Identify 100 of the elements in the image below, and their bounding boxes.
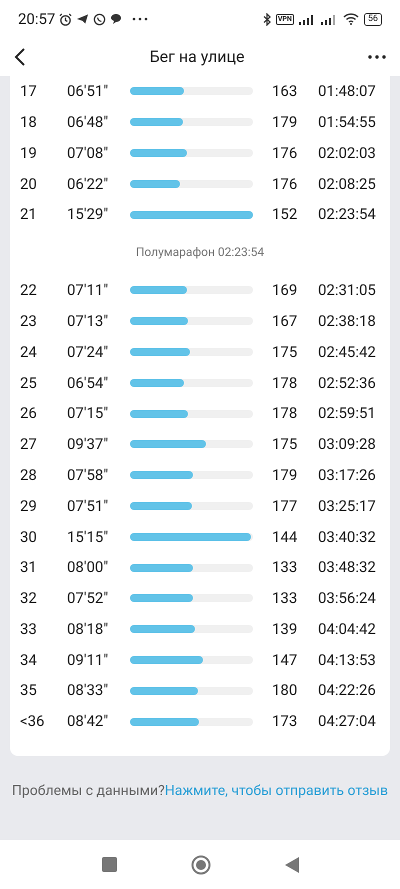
cumulative-time: 04:22:26 bbox=[318, 680, 376, 702]
cumulative-time: 01:54:55 bbox=[318, 112, 376, 133]
lap-pace: 15'29" bbox=[66, 204, 110, 226]
lap-number: 21 bbox=[19, 204, 38, 226]
lap-number: 28 bbox=[19, 464, 38, 486]
signal-icon bbox=[298, 14, 316, 24]
lap-number: 20 bbox=[19, 174, 38, 195]
lap-pace: 07'24" bbox=[66, 342, 110, 363]
heart-rate: 176 bbox=[271, 174, 298, 195]
cumulative-time: 04:13:53 bbox=[318, 650, 376, 671]
clock-time: 20:57 bbox=[18, 8, 56, 30]
lap-pace: 07'11" bbox=[66, 280, 110, 302]
lap-number: 24 bbox=[19, 342, 38, 363]
lap-pace: 06'48" bbox=[66, 112, 110, 133]
cumulative-time: 02:45:42 bbox=[318, 342, 376, 363]
lap-pace: 08'18" bbox=[66, 618, 110, 640]
lap-pace: 06'51" bbox=[66, 81, 110, 102]
heart-rate: 179 bbox=[271, 112, 298, 133]
cumulative-time: 02:02:03 bbox=[318, 142, 376, 164]
cumulative-time: 01:48:07 bbox=[318, 81, 376, 102]
chat-bubble-icon bbox=[110, 13, 122, 25]
wifi-icon bbox=[342, 13, 359, 25]
more-notifications-icon bbox=[132, 17, 148, 21]
lap-number: 32 bbox=[19, 588, 38, 610]
feedback-text: Проблемы с данными?Нажмите, чтобы отправить отзыв bbox=[12, 782, 388, 802]
cumulative-time: 04:27:04 bbox=[318, 711, 376, 732]
heart-rate: 133 bbox=[271, 557, 298, 578]
recent-apps-icon[interactable] bbox=[102, 857, 116, 872]
lap-number: 22 bbox=[19, 280, 38, 302]
heart-rate: 180 bbox=[271, 680, 298, 702]
paper-plane-icon bbox=[76, 13, 90, 25]
heart-rate: 177 bbox=[271, 496, 298, 517]
home-icon[interactable] bbox=[190, 854, 210, 874]
lap-number: 18 bbox=[19, 112, 38, 133]
heart-rate: 163 bbox=[271, 81, 298, 102]
lap-pace: 09'37" bbox=[66, 434, 110, 456]
lap-pace: 09'11" bbox=[66, 650, 110, 671]
cumulative-time: 03:48:32 bbox=[318, 557, 376, 578]
more-icon[interactable] bbox=[368, 55, 386, 59]
heart-rate: 178 bbox=[271, 372, 298, 394]
heart-rate: 169 bbox=[271, 280, 298, 302]
heart-rate: 179 bbox=[271, 464, 298, 486]
lap-pace: 07'08" bbox=[66, 142, 110, 164]
cumulative-time: 02:59:51 bbox=[318, 403, 376, 424]
alarm-clock-icon bbox=[59, 12, 72, 26]
heart-rate: 144 bbox=[271, 526, 298, 548]
heart-rate: 175 bbox=[271, 342, 298, 363]
cumulative-time: 02:31:05 bbox=[318, 280, 376, 302]
lap-pace: 07'15" bbox=[66, 403, 110, 424]
heart-rate: 178 bbox=[271, 403, 298, 424]
cumulative-time: 03:09:28 bbox=[318, 434, 376, 456]
back-icon[interactable] bbox=[14, 47, 26, 67]
cumulative-time: 02:52:36 bbox=[318, 372, 376, 394]
signal-icon bbox=[320, 14, 338, 24]
lap-number: 26 bbox=[19, 403, 38, 424]
cumulative-time: 02:08:25 bbox=[318, 174, 376, 195]
cumulative-time: 03:56:24 bbox=[318, 588, 376, 610]
lap-number: 34 bbox=[19, 650, 38, 671]
heart-rate: 152 bbox=[271, 204, 298, 226]
cumulative-time: 03:40:32 bbox=[318, 526, 376, 548]
heart-rate: 139 bbox=[271, 618, 298, 640]
lap-number: 30 bbox=[19, 526, 38, 548]
lap-pace: 06'22" bbox=[66, 174, 110, 195]
lap-pace: 07'52" bbox=[66, 588, 110, 610]
lap-pace: 08'33" bbox=[66, 680, 110, 702]
cumulative-time: 03:17:26 bbox=[318, 464, 376, 486]
lap-pace: 07'58" bbox=[66, 464, 110, 486]
lap-number: 25 bbox=[19, 372, 38, 394]
lap-number: 17 bbox=[19, 81, 38, 102]
lap-pace: 08'42" bbox=[66, 711, 110, 732]
heart-rate: 133 bbox=[271, 588, 298, 610]
lap-pace: 07'13" bbox=[66, 310, 110, 332]
lap-pace: 07'51" bbox=[66, 496, 110, 517]
lap-number: 31 bbox=[19, 557, 38, 578]
heart-rate: 173 bbox=[271, 711, 298, 732]
lap-number: 35 bbox=[19, 680, 38, 702]
lap-pace: 15'15" bbox=[66, 526, 110, 548]
bluetooth-icon bbox=[262, 12, 271, 26]
page-title: Бег на улице bbox=[150, 46, 244, 68]
cumulative-time: 04:04:42 bbox=[318, 618, 376, 640]
phone-bubble-icon bbox=[93, 12, 106, 26]
lap-number: 23 bbox=[19, 310, 38, 332]
back-nav-icon[interactable] bbox=[284, 856, 298, 872]
milestone-label: Полумарафон 02:23:54 bbox=[136, 244, 264, 262]
lap-number: 27 bbox=[19, 434, 38, 456]
battery-indicator: 56 bbox=[364, 12, 382, 26]
cumulative-time: 03:25:17 bbox=[318, 496, 376, 517]
heart-rate: 175 bbox=[271, 434, 298, 456]
lap-pace: 08'00" bbox=[66, 557, 110, 578]
lap-number: <36 bbox=[19, 711, 46, 732]
lap-pace: 06'54" bbox=[66, 372, 110, 394]
cumulative-time: 02:38:18 bbox=[318, 310, 376, 332]
heart-rate: 176 bbox=[271, 142, 298, 164]
lap-number: 19 bbox=[19, 142, 38, 164]
lap-number: 33 bbox=[19, 618, 38, 640]
heart-rate: 167 bbox=[271, 310, 298, 332]
cumulative-time: 02:23:54 bbox=[318, 204, 376, 226]
heart-rate: 147 bbox=[271, 650, 298, 671]
lap-number: 29 bbox=[19, 496, 38, 517]
feedback-link[interactable]: Нажмите, чтобы отправить отзыв bbox=[164, 783, 388, 800]
